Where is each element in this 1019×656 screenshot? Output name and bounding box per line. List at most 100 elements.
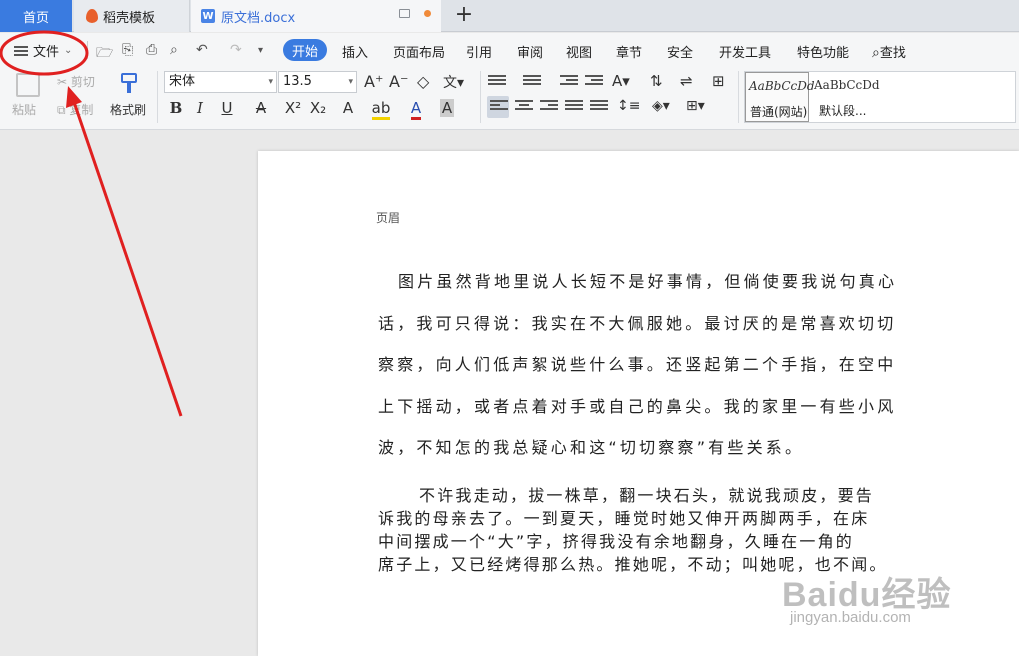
style-sample-1: AaBbCcDd xyxy=(749,79,815,93)
paragraph-2-line: 不许我走动，拔一株草，翻一块石头，就说我顽皮，要告 xyxy=(419,486,875,505)
ribbon-tab-start[interactable]: 开始 xyxy=(283,39,327,61)
paste-button[interactable]: 粘贴 xyxy=(12,101,36,118)
align-right-icon[interactable] xyxy=(540,100,558,114)
customize-toolbar-icon[interactable]: ▾ xyxy=(258,45,263,56)
new-tab-button[interactable]: + xyxy=(452,4,476,28)
tab-document-label: 原文档.docx xyxy=(221,10,296,26)
chevron-down-icon: ⌄ xyxy=(64,45,73,56)
chevron-down-icon: ▾ xyxy=(348,77,353,87)
font-color-icon[interactable]: A xyxy=(405,99,427,120)
tab-home-label: 首页 xyxy=(22,10,49,26)
align-left-icon xyxy=(490,100,508,114)
tab-template[interactable]: 稻壳模板 xyxy=(74,0,190,32)
paragraph-1-line: 察察，向人们低声絮说些什么事。还竖起第二个手指，在空中 xyxy=(378,355,897,374)
format-painter-button[interactable]: 格式刷 xyxy=(110,101,146,118)
ribbon-tab-section[interactable]: 章节 xyxy=(616,42,642,61)
borders-icon[interactable]: ⊞▾ xyxy=(686,98,705,114)
find-label: 查找 xyxy=(879,46,906,61)
print-icon[interactable]: ⎙ xyxy=(146,42,157,58)
line-spacing-icon[interactable]: ↕≡ xyxy=(617,98,640,114)
superscript-icon[interactable]: X² xyxy=(282,99,304,117)
distribute-icon[interactable] xyxy=(590,100,608,114)
grow-font-icon[interactable]: A⁺ xyxy=(364,72,383,91)
font-name-value: 宋体 xyxy=(169,74,196,89)
ribbon-tab-developer[interactable]: 开发工具 xyxy=(719,42,771,61)
numbered-list-icon[interactable] xyxy=(523,75,541,89)
font-size-select[interactable]: 13.5 ▾ xyxy=(278,71,357,93)
file-menu-button[interactable]: 文件 ⌄ xyxy=(14,41,72,60)
style-normal-web[interactable]: AaBbCcDd 普通(网站) xyxy=(745,72,815,122)
scissors-icon: ✂ xyxy=(57,75,68,89)
file-menu-label: 文件 xyxy=(33,45,60,60)
show-marks-icon[interactable]: ⇌ xyxy=(680,72,693,90)
tab-template-label: 稻壳模板 xyxy=(103,10,156,26)
style-name-1: 普通(网站) xyxy=(750,105,808,119)
unsaved-dot-icon xyxy=(424,10,431,17)
char-shading-icon[interactable]: A xyxy=(436,99,458,117)
open-folder-icon[interactable]: 🗁 xyxy=(96,42,113,66)
shrink-font-icon[interactable]: A⁻ xyxy=(389,72,408,91)
phonetic-guide-icon[interactable]: 文▾ xyxy=(443,72,464,92)
print-preview-icon[interactable]: ⌕ xyxy=(170,42,178,58)
ribbon-tab-references[interactable]: 引用 xyxy=(466,42,492,61)
paragraph-2-line: 诉我的母亲去了。一到夏天，睡觉时她又伸开两脚两手，在床 xyxy=(378,509,870,528)
ribbon-tab-start-label: 开始 xyxy=(291,44,318,60)
ribbon-tab-layout[interactable]: 页面布局 xyxy=(393,42,445,61)
paragraph-2-line: 中间摆成一个“大”字，挤得我没有余地翻身，久睡在一角的 xyxy=(378,532,854,551)
italic-icon[interactable]: I xyxy=(189,99,211,117)
paragraph-1-line: 上下摇动，或者点着对手或自己的鼻尖。我的家里一有些小风 xyxy=(378,397,897,416)
ribbon-tab-features[interactable]: 特色功能 xyxy=(797,42,849,61)
shading-icon[interactable]: ◈▾ xyxy=(652,98,670,114)
watermark: Baidu经验 jingyan.baidu.com xyxy=(782,567,992,637)
search-icon: ⌕ xyxy=(872,45,880,61)
divider xyxy=(157,71,158,123)
paste-icon[interactable] xyxy=(16,73,40,97)
cut-button[interactable]: ✂ 剪切 xyxy=(57,73,95,90)
align-center-icon[interactable] xyxy=(515,100,533,114)
text-effect-icon[interactable]: A xyxy=(337,99,359,117)
underline-icon[interactable]: U xyxy=(216,99,238,117)
strikethrough-icon[interactable]: A xyxy=(250,99,272,117)
ribbon-tab-security[interactable]: 安全 xyxy=(667,42,693,61)
paragraph-1-line: 话，我可只得说：我实在不大佩服她。最讨厌的是常喜欢切切 xyxy=(378,314,897,333)
increase-indent-icon[interactable] xyxy=(585,75,603,89)
tab-bar: 首页 稻壳模板 W 原文档.docx + xyxy=(0,0,1019,32)
hamburger-icon xyxy=(14,45,28,56)
chevron-down-icon: ▾ xyxy=(268,77,273,87)
clear-format-icon[interactable]: ◇ xyxy=(417,72,429,91)
find-button[interactable]: ⌕查找 xyxy=(872,42,906,61)
style-sample-2: AaBbCcDd xyxy=(814,78,880,92)
table-icon[interactable]: ⊞ xyxy=(712,72,725,90)
screen-icon[interactable] xyxy=(399,9,410,18)
style-name-2: 默认段... xyxy=(819,104,867,118)
save-icon[interactable]: ⎘ xyxy=(122,42,133,58)
cut-label: 剪切 xyxy=(70,75,95,89)
word-doc-icon: W xyxy=(201,9,215,23)
justify-icon[interactable] xyxy=(565,100,583,114)
ribbon-tab-view[interactable]: 视图 xyxy=(566,42,592,61)
page-header-label: 页眉 xyxy=(376,211,401,225)
style-default-paragraph[interactable]: AaBbCcDd 默认段... xyxy=(811,72,1011,122)
copy-icon: ⧉ xyxy=(57,103,66,117)
subscript-icon[interactable]: X₂ xyxy=(307,99,329,117)
ribbon-tab-review[interactable]: 审阅 xyxy=(517,42,543,61)
font-name-select[interactable]: 宋体 ▾ xyxy=(164,71,277,93)
ribbon-tab-insert[interactable]: 插入 xyxy=(342,42,368,61)
change-case-icon[interactable]: A▾ xyxy=(612,72,630,90)
copy-label: 复制 xyxy=(69,103,94,117)
daoke-logo-icon xyxy=(86,9,98,23)
tab-document[interactable]: W 原文档.docx xyxy=(191,0,441,32)
divider xyxy=(480,71,481,123)
menu-bar: 文件 ⌄ 🗁 ⎘ ⎙ ⌕ ↶ ↷ ▾ 开始 插入 页面布局 引用 审阅 视图 章… xyxy=(0,33,1019,67)
redo-icon[interactable]: ↷ xyxy=(230,42,242,58)
sort-icon[interactable]: ⇅ xyxy=(650,72,663,90)
ribbon-toolbar: 粘贴 ✂ 剪切 ⧉ 复制 格式刷 宋体 ▾ 13.5 ▾ A⁺ A⁻ ◇ 文▾ B … xyxy=(0,67,1019,130)
bold-icon[interactable]: B xyxy=(165,99,187,117)
format-painter-icon xyxy=(119,73,139,95)
decrease-indent-icon[interactable] xyxy=(560,75,578,89)
highlight-icon[interactable]: ab xyxy=(370,99,392,120)
undo-icon[interactable]: ↶ xyxy=(196,42,208,58)
bullet-list-icon[interactable] xyxy=(488,75,506,89)
copy-button[interactable]: ⧉ 复制 xyxy=(57,101,93,118)
tab-home[interactable]: 首页 xyxy=(0,0,72,32)
